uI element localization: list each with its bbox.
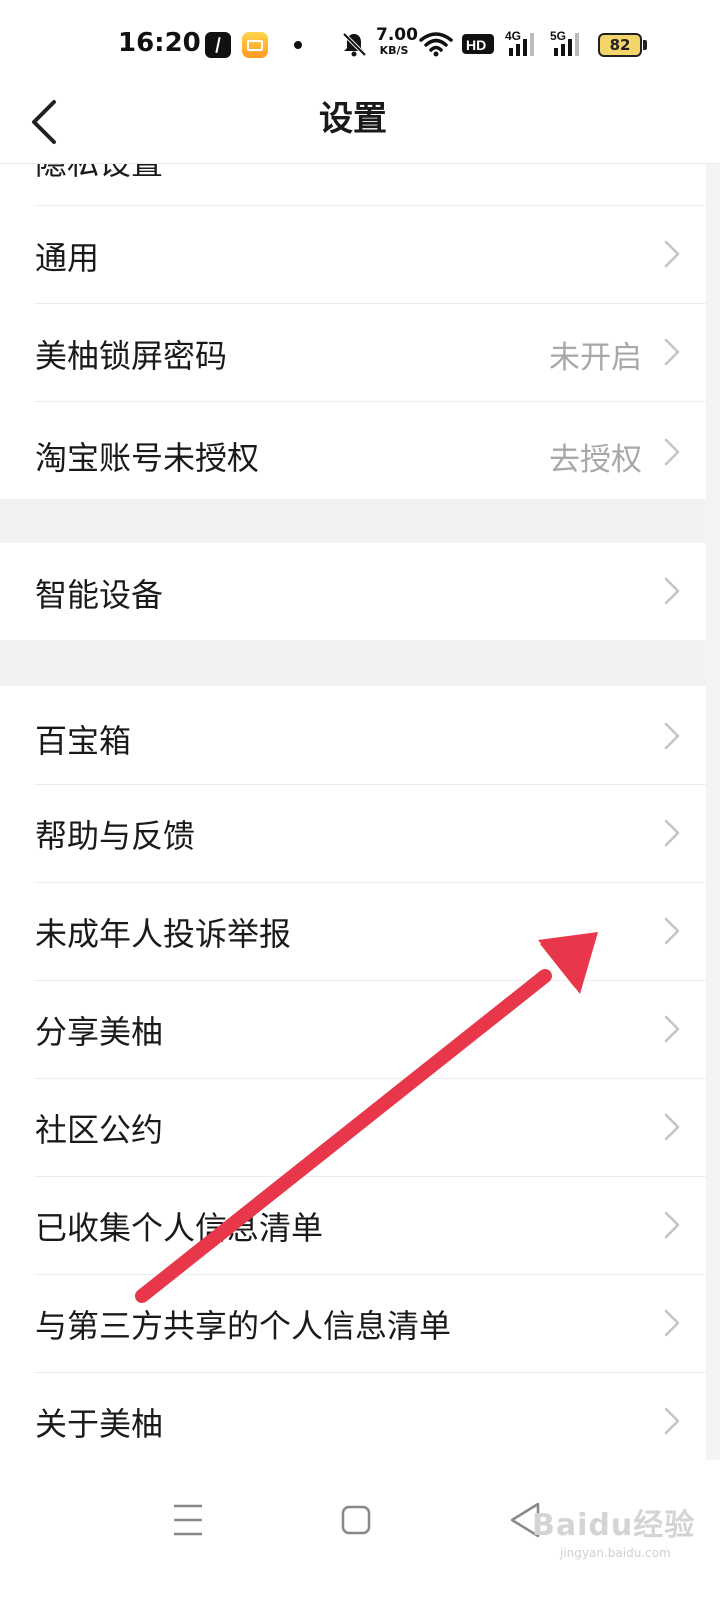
list-item-share[interactable]: 分享美柚 <box>0 981 706 1078</box>
home-button[interactable] <box>326 1490 386 1550</box>
svg-text:HD: HD <box>466 37 486 53</box>
watermark-url: jingyan.baidu.com <box>560 1546 671 1560</box>
home-icon <box>341 1505 371 1535</box>
list-item-label: 通用 <box>35 239 100 277</box>
chevron-right-icon <box>664 1211 680 1239</box>
list-item-community-rules[interactable]: 社区公约 <box>0 1079 706 1176</box>
chevron-right-icon <box>664 240 680 268</box>
battery-tip <box>643 40 647 50</box>
status-time: 16:20 <box>118 28 201 58</box>
section-gap <box>0 499 720 543</box>
header-divider <box>0 163 720 164</box>
chevron-right-icon <box>664 917 680 945</box>
list-item-collected-info[interactable]: 已收集个人信息清单 <box>0 1177 706 1274</box>
chevron-right-icon <box>664 1407 680 1435</box>
svg-text:4G: 4G <box>505 29 521 43</box>
list-item-label: 分享美柚 <box>35 1013 164 1051</box>
list-item-label: 百宝箱 <box>35 722 132 760</box>
list-item-value: 未开启 <box>549 340 642 376</box>
list-item-third-party-info[interactable]: 与第三方共享的个人信息清单 <box>0 1275 706 1372</box>
wifi-icon <box>419 32 453 57</box>
watermark: Baidu经验 <box>532 1508 696 1543</box>
chevron-right-icon <box>664 1309 680 1337</box>
mail-app-icon <box>242 32 268 58</box>
battery-icon: 82 <box>598 33 642 57</box>
list-item-label: 智能设备 <box>35 576 164 614</box>
notification-dot <box>294 41 302 49</box>
list-item-about[interactable]: 关于美柚 <box>0 1373 706 1460</box>
app-icon-dark <box>205 32 231 58</box>
list-item-toolbox[interactable]: 百宝箱 <box>0 686 706 784</box>
list-item-label: 美柚锁屏密码 <box>35 337 228 375</box>
network-speed-value: 7.00 <box>376 25 418 45</box>
signal-4g-icon: 4G <box>505 29 534 56</box>
list-item-value: 去授权 <box>549 442 642 478</box>
list-item-help-feedback[interactable]: 帮助与反馈 <box>0 785 706 882</box>
mute-bell-icon <box>342 32 367 57</box>
menu-icon <box>174 1504 202 1536</box>
section-gap <box>0 640 720 686</box>
page-title: 设置 <box>319 99 387 139</box>
battery-level: 82 <box>609 36 631 54</box>
scroll-edge <box>706 164 720 1460</box>
header: 设置 <box>0 90 720 164</box>
network-speed-unit: KB/S <box>379 44 409 57</box>
list-item-general[interactable]: 通用 <box>0 206 706 303</box>
chevron-right-icon <box>664 819 680 847</box>
status-bar: 16:20 7.00 KB/S HD 4G 5G 82 <box>0 0 720 90</box>
list-item-minor-report[interactable]: 未成年人投诉举报 <box>0 883 706 980</box>
chevron-right-icon <box>664 438 680 466</box>
hd-icon: HD <box>462 34 494 54</box>
chevron-right-icon <box>664 338 680 366</box>
menu-button[interactable] <box>158 1490 218 1550</box>
list-item-label: 已收集个人信息清单 <box>35 1209 324 1247</box>
chevron-right-icon <box>664 577 680 605</box>
list-item-smart-device[interactable]: 智能设备 <box>0 543 706 640</box>
chevron-right-icon <box>664 1113 680 1141</box>
list-item-label: 社区公约 <box>35 1111 164 1149</box>
list-item-label: 与第三方共享的个人信息清单 <box>35 1307 452 1345</box>
list-item-label: 关于美柚 <box>35 1405 164 1443</box>
list-item-label: 帮助与反馈 <box>35 817 196 855</box>
list-item-label: 未成年人投诉举报 <box>35 915 292 953</box>
chevron-right-icon <box>664 722 680 750</box>
network-speed: 7.00 KB/S <box>376 25 418 57</box>
signal-5g-icon: 5G <box>550 29 579 56</box>
list-item-lock-password[interactable]: 美柚锁屏密码 未开启 <box>0 304 706 401</box>
list-item-label: 淘宝账号未授权 <box>35 439 260 477</box>
chevron-right-icon <box>664 1015 680 1043</box>
svg-text:5G: 5G <box>550 29 566 43</box>
list-item-taobao-auth[interactable]: 淘宝账号未授权 去授权 <box>0 402 706 499</box>
